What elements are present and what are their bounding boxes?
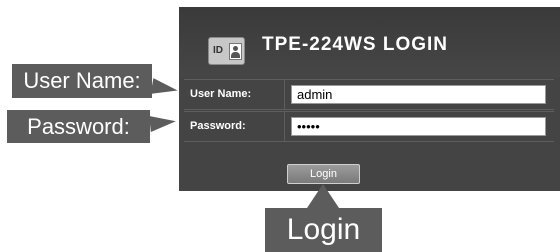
password-input[interactable] bbox=[291, 117, 546, 136]
username-input[interactable] bbox=[291, 85, 546, 104]
row-divider bbox=[284, 80, 285, 109]
login-panel: ID TPE-224WS LOGIN User Name: Password: … bbox=[179, 7, 560, 191]
username-row: User Name: bbox=[184, 79, 554, 110]
id-card-icon-text: ID bbox=[213, 45, 223, 56]
login-header: ID TPE-224WS LOGIN bbox=[179, 7, 560, 77]
password-callout-pointer bbox=[149, 113, 177, 132]
login-button[interactable]: Login bbox=[287, 164, 360, 184]
username-callout-pointer bbox=[150, 78, 179, 99]
id-card-icon: ID bbox=[208, 37, 245, 65]
password-callout: Password: bbox=[7, 110, 150, 143]
row-divider bbox=[284, 112, 285, 141]
page-title: TPE-224WS LOGIN bbox=[262, 34, 449, 55]
username-callout: User Name: bbox=[12, 64, 152, 98]
login-callout: Login bbox=[265, 208, 382, 252]
login-callout-pointer bbox=[307, 184, 339, 208]
password-row: Password: bbox=[184, 111, 554, 142]
id-person-icon bbox=[229, 43, 242, 60]
password-label: Password: bbox=[190, 120, 246, 132]
username-label: User Name: bbox=[190, 88, 252, 100]
